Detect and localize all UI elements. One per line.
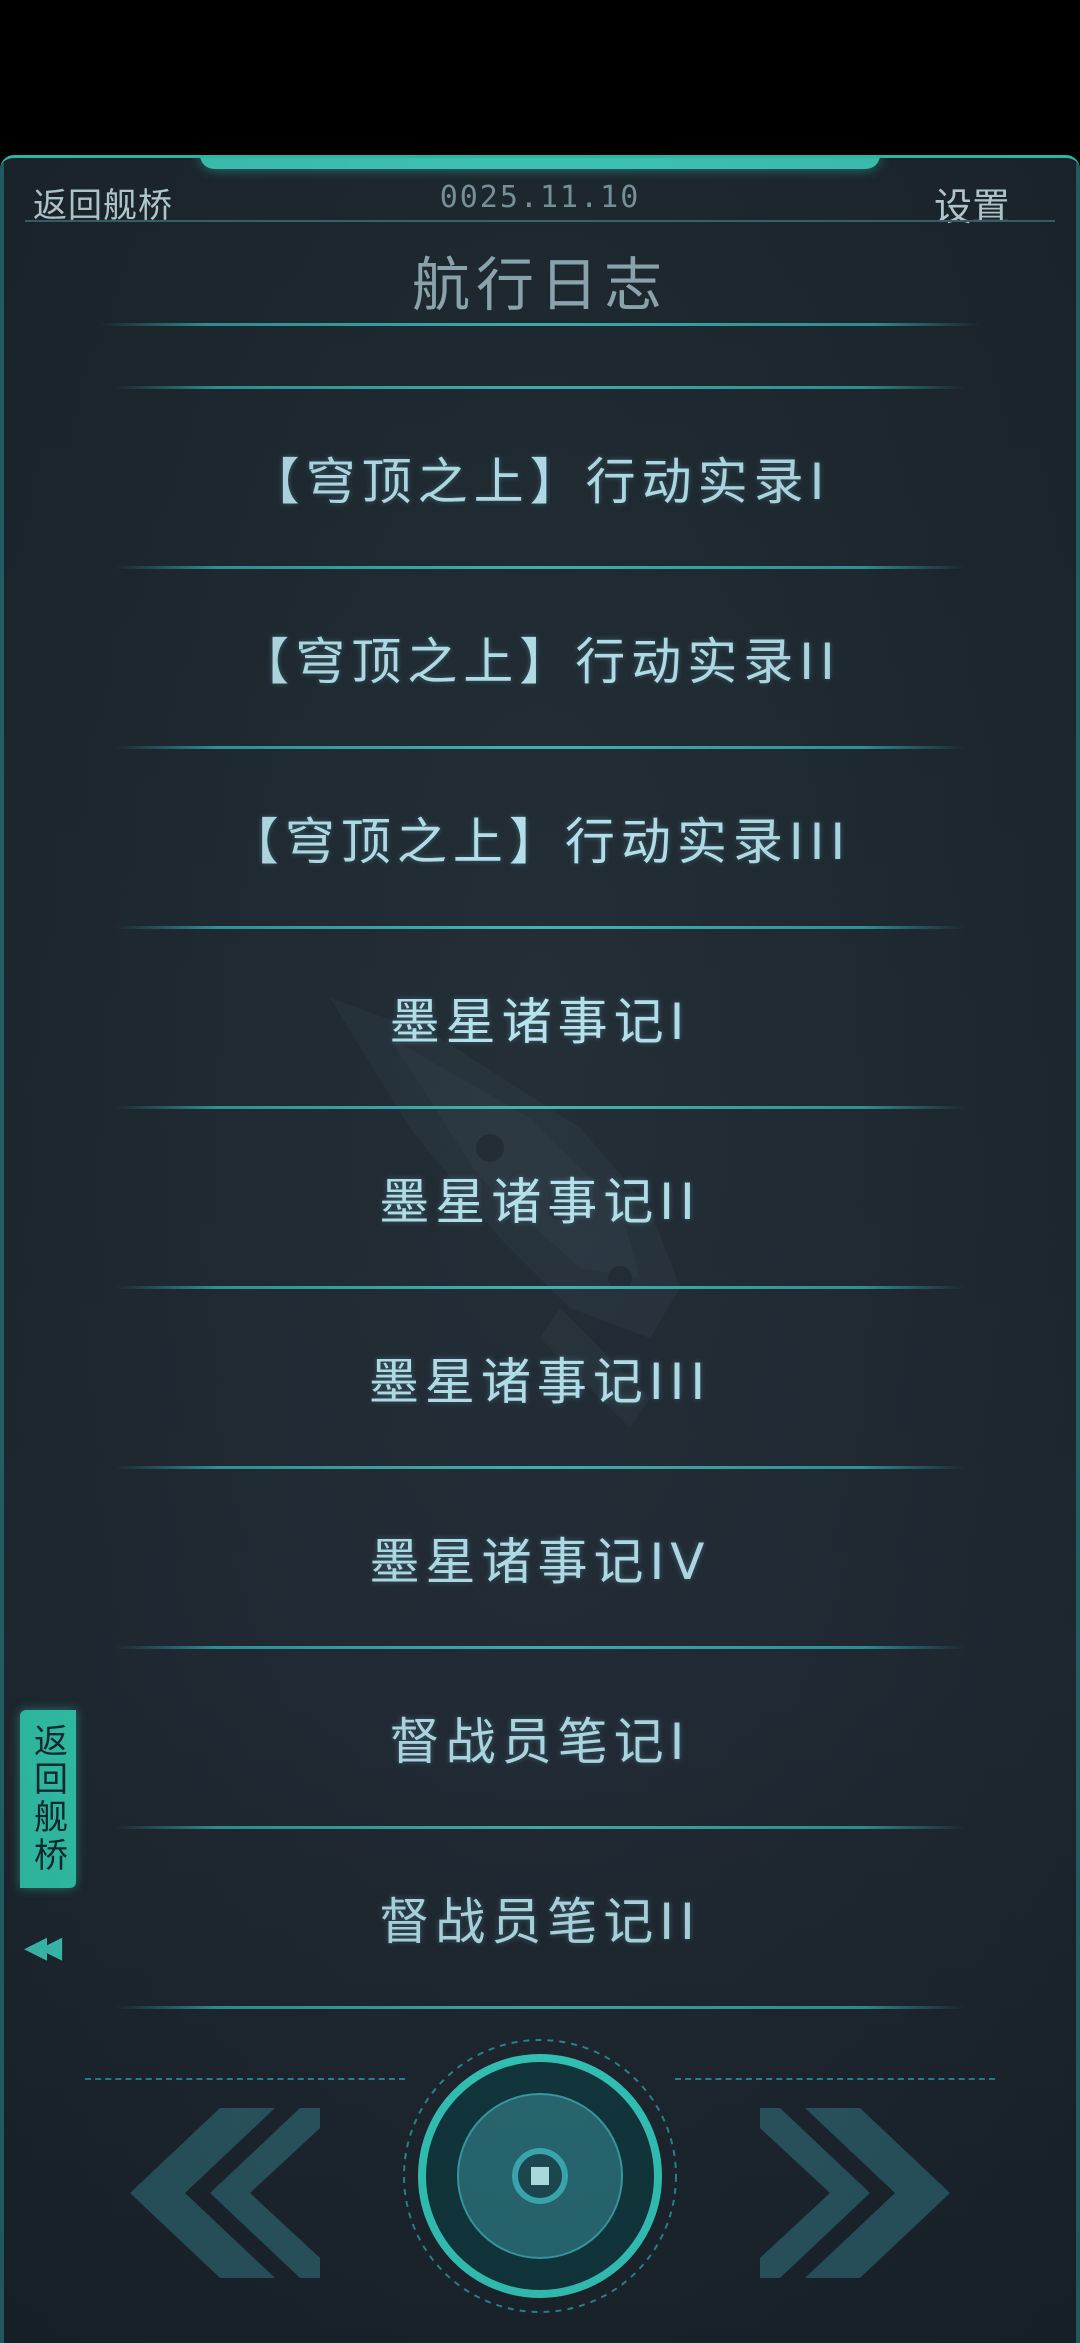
- side-return-tab[interactable]: 返回舰桥: [20, 1710, 76, 1888]
- log-entry[interactable]: 墨星诸事记I: [115, 930, 965, 1106]
- title-divider: [100, 323, 980, 326]
- list-divider: [115, 566, 965, 569]
- header-divider: [25, 220, 1055, 222]
- list-divider: [115, 926, 965, 929]
- bottom-dashed-line-left: [85, 2078, 405, 2080]
- log-entry[interactable]: 墨星诸事记II: [115, 1110, 965, 1286]
- list-divider: [115, 1466, 965, 1469]
- log-entry[interactable]: 【穹顶之上】行动实录II: [115, 570, 965, 746]
- list-divider: [115, 1106, 965, 1109]
- left-edge-frame: [0, 158, 4, 2343]
- ring-button-icon[interactable]: [400, 2036, 680, 2316]
- log-entry[interactable]: 【穹顶之上】行动实录I: [115, 390, 965, 566]
- log-entry[interactable]: 督战员笔记I: [115, 1650, 965, 1826]
- bottom-dashed-line-right: [675, 2078, 995, 2080]
- list-divider: [115, 1826, 965, 1829]
- log-screen: 返回舰桥 0025.11.10 设置 航行日志 【穹顶之上】行动实录I 【穹顶之…: [0, 155, 1080, 2343]
- list-divider: [115, 1646, 965, 1649]
- list-divider: [115, 2006, 965, 2009]
- date-display: 0025.11.10: [439, 180, 641, 215]
- list-divider: [115, 1286, 965, 1289]
- side-chevrons-icon: ◀◀: [24, 1930, 62, 1965]
- page-title: 航行日志: [411, 251, 668, 319]
- double-chevron-left-icon[interactable]: [100, 2103, 320, 2283]
- side-tab-label: 返回舰桥: [27, 1723, 68, 1875]
- list-divider: [115, 746, 965, 749]
- log-entry[interactable]: 【穹顶之上】行动实录III: [115, 750, 965, 926]
- settings-link[interactable]: 设置: [934, 176, 1010, 231]
- log-entry[interactable]: 墨星诸事记III: [115, 1290, 965, 1466]
- top-accent-bar: [200, 158, 880, 169]
- log-entry[interactable]: 督战员笔记II: [115, 1830, 965, 2006]
- right-edge-frame: [1076, 158, 1080, 2343]
- list-divider: [115, 386, 965, 389]
- log-entry[interactable]: 墨星诸事记IV: [115, 1470, 965, 1646]
- double-chevron-right-icon[interactable]: [760, 2103, 980, 2283]
